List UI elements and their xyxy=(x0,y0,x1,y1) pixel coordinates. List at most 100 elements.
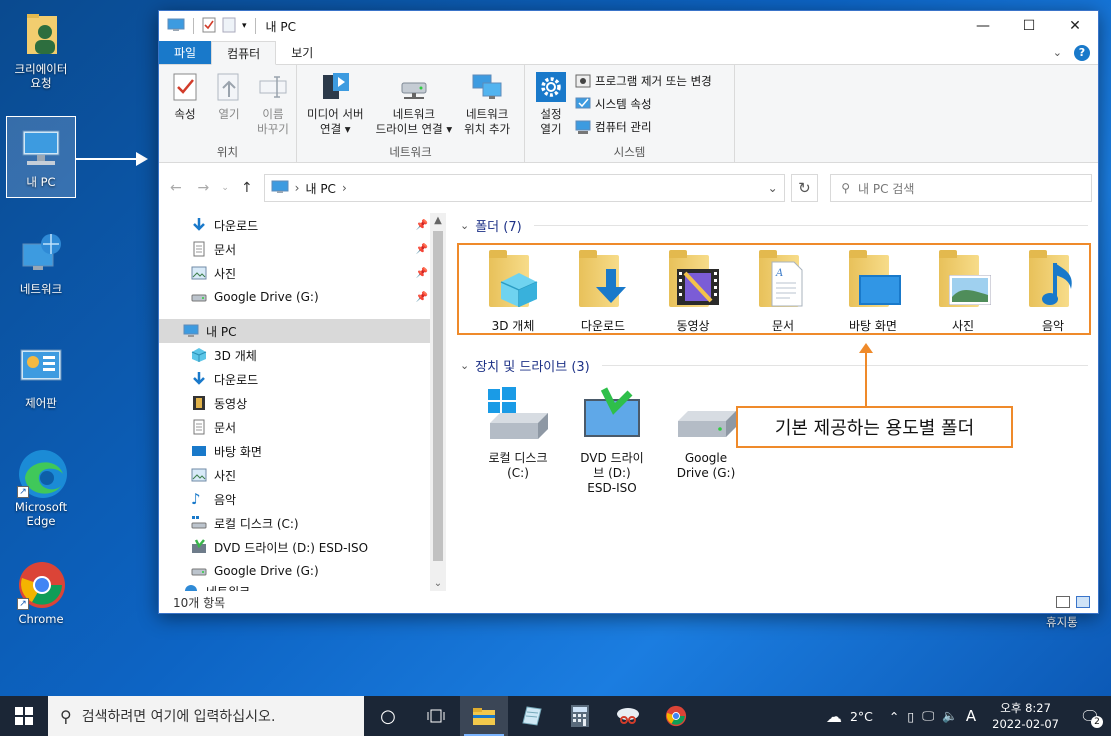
refresh-button[interactable]: ↻ xyxy=(790,174,819,202)
desktop-icon-edge[interactable]: ↗ Microsoft Edge xyxy=(6,448,76,528)
nav-item-local-disk[interactable]: 로컬 디스크 (C:) xyxy=(159,511,446,535)
pin-icon[interactable]: 📌 xyxy=(416,244,428,255)
drive-item-local-disk[interactable]: 로컬 디스크 (C:) xyxy=(478,387,558,496)
network-status-icon[interactable]: 🖵 xyxy=(922,708,934,724)
properties-icon xyxy=(169,71,201,103)
nav-item-network[interactable]: 네트워크 xyxy=(159,583,446,591)
downloads-folder-icon xyxy=(571,249,635,311)
customize-toolbar-icon[interactable]: ▾ xyxy=(242,21,247,31)
close-button[interactable]: ✕ xyxy=(1052,11,1098,41)
battery-icon[interactable]: ▯ xyxy=(907,709,914,724)
search-icon: ⚲ xyxy=(841,181,851,195)
nav-item-3d-objects[interactable]: 3D 개체 xyxy=(159,343,446,367)
desktop-icon-chrome[interactable]: ↗ Chrome xyxy=(6,560,76,626)
folder-item-3d-objects[interactable]: 3D 개체 xyxy=(468,249,558,353)
uninstall-program-button[interactable]: 프로그램 제거 또는 변경 xyxy=(575,71,712,90)
back-icon[interactable]: ← xyxy=(165,180,187,196)
calculator-taskbar-button[interactable] xyxy=(556,696,604,736)
ime-indicator[interactable]: A xyxy=(966,707,976,725)
search-input[interactable]: ⚲ 내 PC 검색 xyxy=(830,174,1092,202)
rename-button[interactable]: 이름 바꾸기 xyxy=(253,69,293,144)
folder-item-pictures[interactable]: 사진 xyxy=(918,249,1008,353)
search-placeholder: 내 PC 검색 xyxy=(858,181,915,196)
recycle-bin-label[interactable]: 휴지통 xyxy=(1046,614,1078,630)
folder-item-desktop[interactable]: 바탕 화면 xyxy=(828,249,918,353)
folder-item-downloads[interactable]: 다운로드 xyxy=(558,249,648,353)
tab-view[interactable]: 보기 xyxy=(276,41,328,64)
start-button[interactable] xyxy=(0,696,48,736)
notifications-button[interactable]: 🗨 2 xyxy=(1075,701,1105,731)
open-icon xyxy=(213,71,245,103)
address-bar[interactable]: › 내 PC › ⌄ xyxy=(263,174,785,202)
recent-locations-icon[interactable]: ⌄ xyxy=(220,183,230,193)
pin-icon[interactable]: 📌 xyxy=(416,220,428,231)
nav-item-dvd-drive[interactable]: DVD 드라이브 (D:) ESD-ISO xyxy=(159,535,446,559)
properties-button[interactable]: 속성 xyxy=(165,69,205,144)
nav-item-this-pc[interactable]: 내 PC xyxy=(159,319,446,343)
scroll-down-icon[interactable]: ⌄ xyxy=(430,578,446,589)
pin-icon[interactable]: 📌 xyxy=(416,268,428,279)
maximize-button[interactable]: ☐ xyxy=(1006,11,1052,41)
devices-section-header[interactable]: ⌄ 장치 및 드라이브 (3) xyxy=(460,353,1098,377)
notepad-taskbar-button[interactable] xyxy=(508,696,556,736)
drive-item-google-drive[interactable]: Google Drive (G:) xyxy=(666,387,746,496)
nav-item-documents[interactable]: 문서 xyxy=(159,415,446,439)
nav-item-desktop[interactable]: 바탕 화면 xyxy=(159,439,446,463)
snipping-tool-taskbar-button[interactable] xyxy=(604,696,652,736)
clock[interactable]: 오후 8:27 2022-02-07 xyxy=(984,700,1067,732)
nav-item-music[interactable]: ♪ 음악 xyxy=(159,487,446,511)
scroll-thumb[interactable] xyxy=(433,231,443,561)
folder-item-videos[interactable]: 동영상 xyxy=(648,249,738,353)
nav-item-google-drive[interactable]: Google Drive (G:) xyxy=(159,559,446,583)
new-folder-icon[interactable] xyxy=(222,17,236,36)
add-network-location-button[interactable]: 네트워크 위치 추가 xyxy=(460,69,514,144)
file-explorer-taskbar-button[interactable] xyxy=(460,696,508,736)
breadcrumb[interactable]: 내 PC xyxy=(305,180,335,197)
task-view-button[interactable] xyxy=(412,696,460,736)
nav-item-videos[interactable]: 동영상 xyxy=(159,391,446,415)
weather-icon[interactable]: ☁ xyxy=(826,707,842,726)
nav-item-pictures[interactable]: 사진 xyxy=(159,463,446,487)
drive-item-dvd[interactable]: DVD 드라이 브 (D:) ESD-ISO xyxy=(572,387,652,496)
properties-icon[interactable] xyxy=(202,17,216,36)
collapse-icon[interactable]: ⌄ xyxy=(460,219,469,232)
computer-management-button[interactable]: 컴퓨터 관리 xyxy=(575,117,712,136)
map-network-drive-button[interactable]: 네트워크 드라이브 연결 ▾ xyxy=(372,69,457,144)
nav-scrollbar[interactable]: ▲ ⌄ xyxy=(430,213,446,591)
nav-item-quick-downloads[interactable]: 다운로드 📌 xyxy=(159,213,446,237)
nav-item-quick-documents[interactable]: 문서 📌 xyxy=(159,237,446,261)
media-server-button[interactable]: 미디어 서버 연결 ▾ xyxy=(303,69,368,144)
desktop-icon-network[interactable]: 네트워크 xyxy=(6,230,76,296)
show-hidden-icons-icon[interactable]: ⌃ xyxy=(889,709,899,724)
system-properties-button[interactable]: 시스템 속성 xyxy=(575,94,712,113)
expand-ribbon-icon[interactable]: ⌄ xyxy=(1053,46,1062,59)
tab-file[interactable]: 파일 xyxy=(159,41,212,64)
scroll-up-icon[interactable]: ▲ xyxy=(430,215,446,226)
desktop-icon-this-pc[interactable]: 내 PC xyxy=(6,116,76,198)
nav-item-quick-pictures[interactable]: 사진 📌 xyxy=(159,261,446,285)
cortana-button[interactable]: ○ xyxy=(364,696,412,736)
taskbar-search-input[interactable]: ⚲ 검색하려면 여기에 입력하십시오. xyxy=(48,696,364,736)
nav-item-quick-google-drive[interactable]: Google Drive (G:) 📌 xyxy=(159,285,446,309)
chrome-taskbar-button[interactable] xyxy=(652,696,700,736)
minimize-button[interactable]: — xyxy=(960,11,1006,41)
tab-computer[interactable]: 컴퓨터 xyxy=(211,41,277,65)
open-settings-button[interactable]: 설정 열기 xyxy=(531,69,571,144)
large-icons-view-icon[interactable] xyxy=(1076,596,1090,608)
folders-section-header[interactable]: ⌄ 폴더 (7) xyxy=(460,213,1098,237)
desktop-icon-control-panel[interactable]: 제어판 xyxy=(6,344,76,410)
open-button[interactable]: 열기 xyxy=(209,69,249,144)
pin-icon[interactable]: 📌 xyxy=(416,292,428,303)
weather-temperature[interactable]: 2°C xyxy=(850,709,873,724)
desktop-icon-creator[interactable]: 크리에이터 요청 xyxy=(6,10,76,90)
up-icon[interactable]: ↑ xyxy=(236,180,258,196)
details-view-icon[interactable] xyxy=(1056,596,1070,608)
folder-item-music[interactable]: 음악 xyxy=(1008,249,1098,353)
help-icon[interactable]: ? xyxy=(1074,44,1090,61)
volume-icon[interactable]: 🔈 xyxy=(942,708,958,724)
collapse-icon[interactable]: ⌄ xyxy=(460,359,469,372)
nav-item-downloads[interactable]: 다운로드 xyxy=(159,367,446,391)
forward-icon[interactable]: → xyxy=(193,180,215,196)
address-dropdown-icon[interactable]: ⌄ xyxy=(768,181,778,195)
folder-item-documents[interactable]: A 문서 xyxy=(738,249,828,353)
